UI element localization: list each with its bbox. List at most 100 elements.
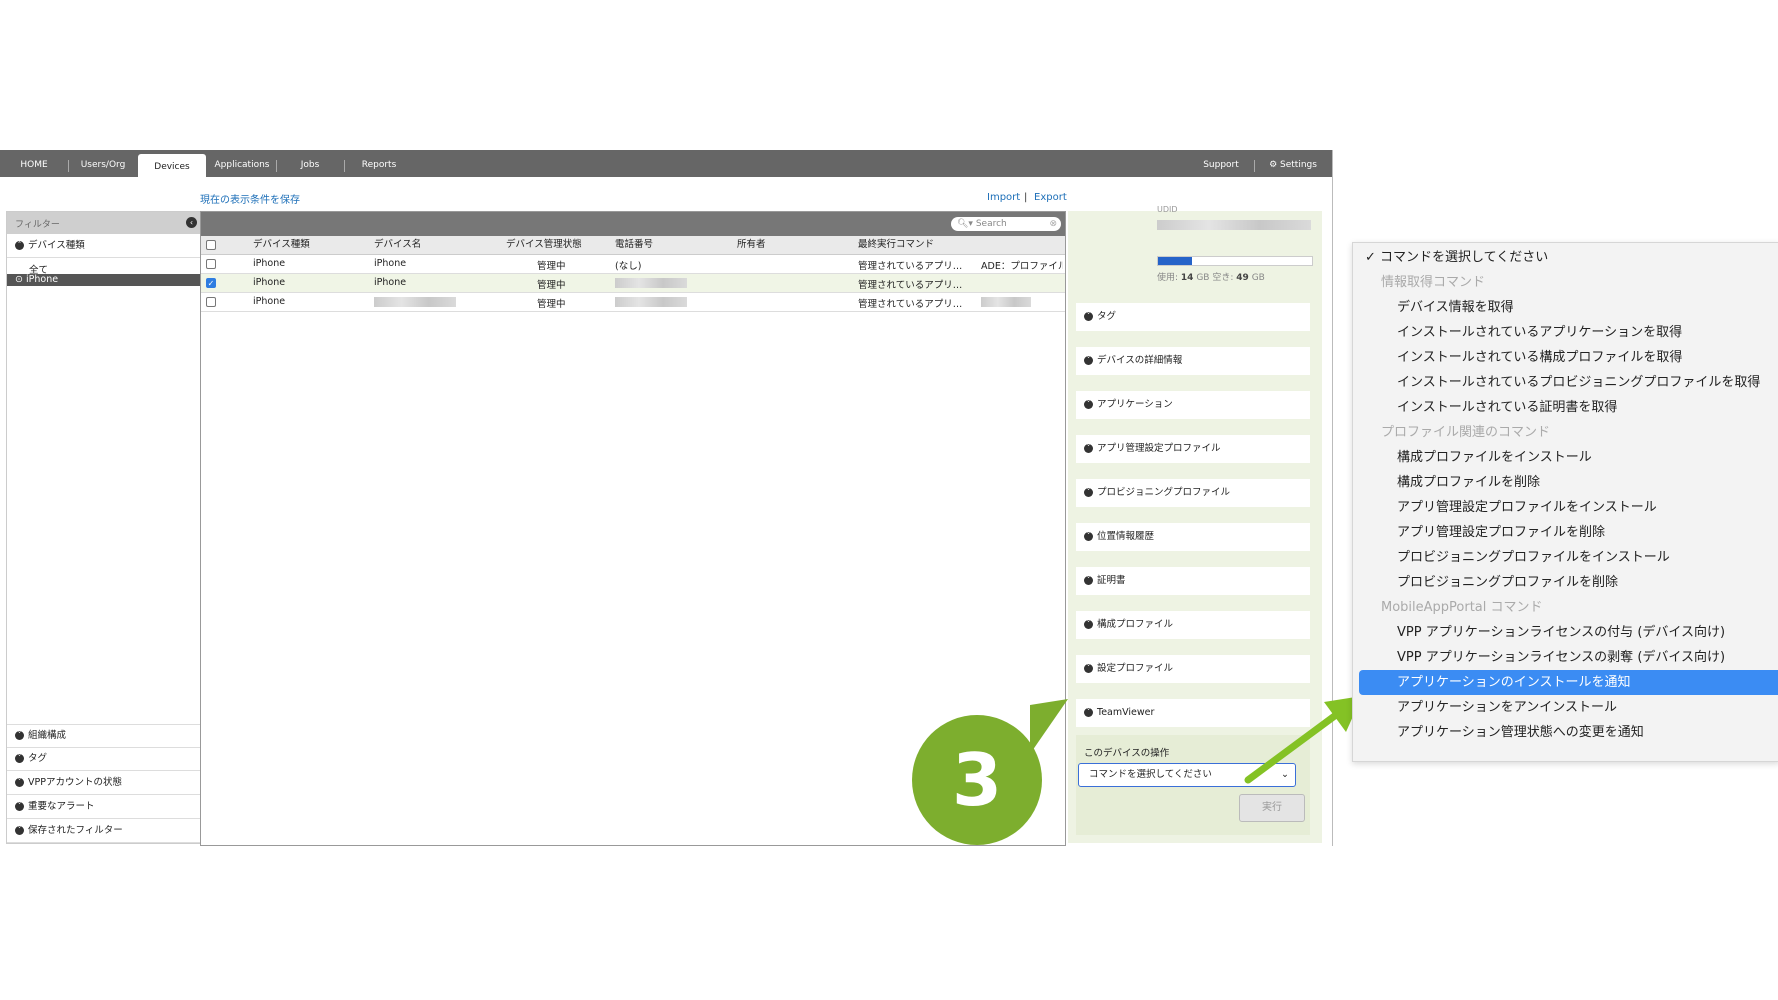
menu-item[interactable]: デバイス情報を取得 (1353, 295, 1778, 320)
storage-text: 使用: 14 GB 空き: 49 GB (1157, 270, 1265, 283)
menu-item[interactable]: インストールされているアプリケーションを取得 (1353, 320, 1778, 345)
menu-item-selected[interactable]: ✓ コマンドを選択してください (1353, 245, 1778, 270)
search-input[interactable]: 🔍︎▾ Search ⊗ (951, 217, 1061, 231)
section-location-history[interactable]: ˅ 位置情報履歴 (1076, 523, 1310, 551)
udid-label: UDID (1157, 205, 1178, 213)
section-label: プロビジョニングプロファイル (1097, 487, 1231, 498)
table-row[interactable]: iPhone 管理中 管理されているアプリ… (201, 293, 1065, 312)
chevron-down-icon: ˅ (15, 754, 24, 763)
tab-devices[interactable]: Devices (138, 154, 206, 179)
tab-applications[interactable]: Applications (210, 150, 274, 177)
filter-saved[interactable]: ˅ 保存されたフィルター (7, 820, 201, 843)
col-owner[interactable]: 所有者 (737, 236, 766, 254)
export-link[interactable]: Export (1034, 192, 1067, 203)
section-label: TeamViewer (1097, 707, 1155, 718)
import-link[interactable]: Import (987, 192, 1020, 203)
section-config-profile[interactable]: ˅ 構成プロファイル (1076, 611, 1310, 639)
redacted-phone (615, 297, 687, 307)
menu-item[interactable]: アプリ管理設定プロファイルを削除 (1353, 520, 1778, 545)
chevron-down-icon: ˅ (1084, 356, 1093, 365)
command-dropdown-menu: ✓ コマンドを選択してください 情報取得コマンド デバイス情報を取得 インストー… (1352, 242, 1778, 762)
chevron-down-icon: ˅ (1084, 664, 1093, 673)
settings-link[interactable]: ⚙ Settings (1262, 150, 1324, 177)
menu-item[interactable]: インストールされているプロビジョニングプロファイルを取得 (1353, 370, 1778, 395)
col-device-name[interactable]: デバイス名 (374, 236, 421, 254)
search-icon: 🔍︎▾ (957, 219, 973, 229)
badge-pointer (1030, 699, 1068, 754)
storage-free-value: 49 (1236, 273, 1249, 283)
menu-item[interactable]: プロビジョニングプロファイルをインストール (1353, 545, 1778, 570)
chevron-down-icon: ˅ (1084, 576, 1093, 585)
filter-label: 保存されたフィルター (28, 825, 123, 836)
chevron-down-icon: ˅ (15, 731, 24, 740)
section-certificates[interactable]: ˅ 証明書 (1076, 567, 1310, 595)
row-checkbox[interactable] (206, 259, 216, 269)
cell-device-type: iPhone (253, 296, 286, 307)
search-placeholder: Search (975, 219, 1007, 229)
menu-item-highlighted[interactable]: アプリケーションのインストールを通知 (1359, 670, 1778, 695)
check-circle-icon: ⊙ (15, 274, 23, 285)
green-arrow-icon (1244, 696, 1362, 784)
tab-reports[interactable]: Reports (350, 150, 408, 177)
filter-header: フィルター ‹ (7, 212, 201, 234)
filter-critical-alerts[interactable]: ˅ 重要なアラート (7, 796, 201, 819)
menu-item[interactable]: VPP アプリケーションライセンスの剥奪 (デバイス向け) (1353, 645, 1778, 670)
cell-status: 管理中 (537, 280, 566, 291)
section-applications[interactable]: ˅ アプリケーション (1076, 391, 1310, 419)
filter-org[interactable]: ˅ 組織構成 (7, 724, 201, 748)
col-management-status[interactable]: デバイス管理状態 (506, 236, 582, 254)
clear-search-icon[interactable]: ⊗ (1049, 217, 1057, 231)
section-tag[interactable]: ˅ タグ (1076, 303, 1310, 331)
col-phone-number[interactable]: 電話番号 (615, 236, 653, 254)
nav-divider (344, 160, 345, 172)
menu-item[interactable]: 構成プロファイルをインストール (1353, 445, 1778, 470)
cell-last-command: 管理されているアプリ… (858, 280, 963, 291)
section-device-details[interactable]: ˅ デバイスの詳細情報 (1076, 347, 1310, 375)
menu-item[interactable]: アプリケーション管理状態への変更を通知 (1353, 720, 1778, 745)
menu-item[interactable]: 構成プロファイルを削除 (1353, 470, 1778, 495)
tab-jobs[interactable]: Jobs (282, 150, 338, 177)
cell-device-name[interactable]: iPhone (374, 258, 406, 269)
section-provisioning-profile[interactable]: ˅ プロビジョニングプロファイル (1076, 479, 1310, 507)
cell-status: 管理中 (537, 261, 566, 272)
chevron-up-icon: ˄ (15, 241, 24, 250)
filter-label: VPPアカウントの状態 (28, 777, 122, 788)
collapse-sidebar-icon[interactable]: ‹ (186, 217, 197, 228)
tab-home[interactable]: HOME (8, 150, 60, 177)
table-row[interactable]: ✓ iPhone iPhone 管理中 管理されているアプリ… (201, 274, 1065, 293)
menu-item[interactable]: アプリ管理設定プロファイルをインストール (1353, 495, 1778, 520)
select-all-checkbox[interactable] (206, 240, 216, 250)
filter-vpp-status[interactable]: ˅ VPPアカウントの状態 (7, 772, 201, 795)
filter-iphone[interactable]: ⊙ iPhone (7, 274, 201, 286)
filter-device-type[interactable]: ˄ デバイス種類 (7, 235, 201, 258)
row-checkbox[interactable]: ✓ (206, 278, 216, 288)
checkmark-icon: ✓ (1365, 250, 1376, 265)
col-device-type[interactable]: デバイス種類 (253, 236, 310, 254)
filter-label: 組織構成 (28, 730, 67, 741)
col-last-command[interactable]: 最終実行コマンド (858, 236, 934, 254)
section-settings-profile[interactable]: ˅ 設定プロファイル (1076, 655, 1310, 683)
storage-unit: GB (1196, 273, 1210, 283)
save-view-link[interactable]: 現在の表示条件を保存 (200, 191, 300, 206)
command-select-value: コマンドを選択してください (1089, 769, 1212, 780)
menu-item[interactable]: インストールされている構成プロファイルを取得 (1353, 345, 1778, 370)
menu-group-profile: プロファイル関連のコマンド (1381, 425, 1551, 440)
chevron-down-icon: ˅ (15, 826, 24, 835)
section-app-config-profile[interactable]: ˅ アプリ管理設定プロファイル (1076, 435, 1310, 463)
menu-item[interactable]: プロビジョニングプロファイルを削除 (1353, 570, 1778, 595)
tab-users-org[interactable]: Users/Org (72, 150, 134, 177)
filter-tag[interactable]: ˅ タグ (7, 748, 201, 771)
menu-item[interactable]: インストールされている証明書を取得 (1353, 395, 1778, 420)
section-label: 位置情報履歴 (1097, 531, 1155, 542)
redacted-extra (981, 297, 1031, 307)
menu-item[interactable]: アプリケーションをアンインストール (1353, 695, 1778, 720)
operations-title: このデバイスの操作 (1084, 748, 1170, 759)
menu-item[interactable]: VPP アプリケーションライセンスの付与 (デバイス向け) (1353, 620, 1778, 645)
nav-divider (276, 160, 277, 172)
filter-iphone-label: iPhone (26, 274, 59, 285)
cell-device-name[interactable]: iPhone (374, 277, 406, 288)
link-separator: | (1024, 192, 1028, 203)
row-checkbox[interactable] (206, 297, 216, 307)
table-row[interactable]: iPhone iPhone 管理中 (なし) 管理されているアプリ… ADE：プ… (201, 255, 1065, 274)
support-link[interactable]: Support (1194, 150, 1248, 177)
